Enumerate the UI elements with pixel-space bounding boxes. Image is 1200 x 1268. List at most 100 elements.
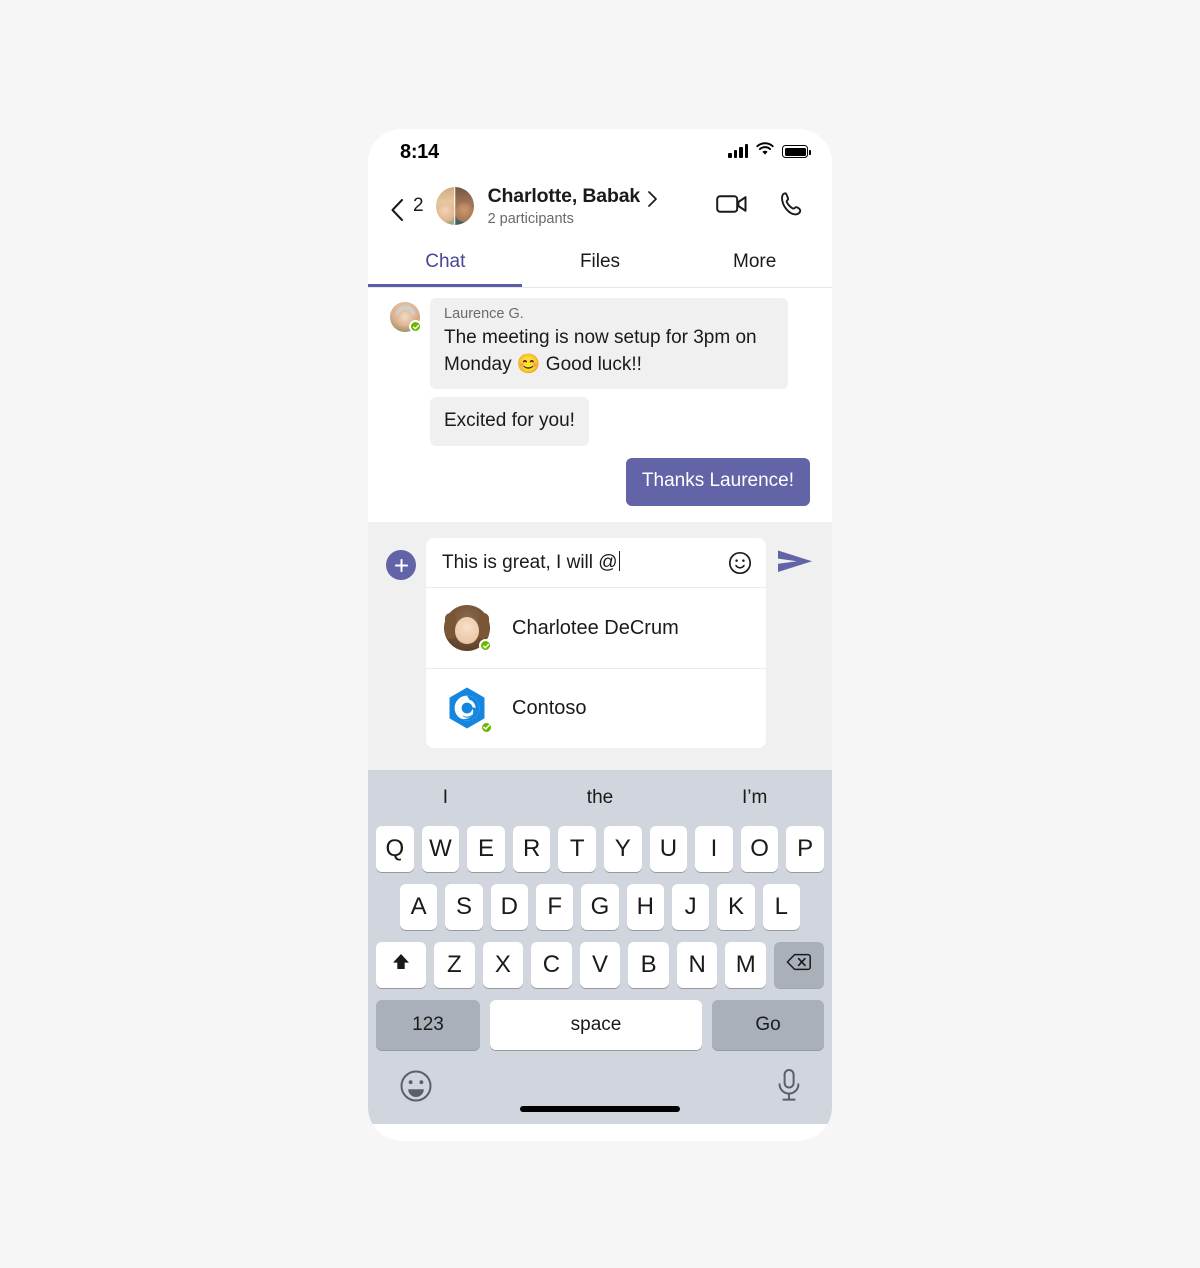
- predictive-text-bar: I the I’m: [368, 770, 832, 826]
- shift-key[interactable]: [375, 942, 426, 988]
- chat-title-block[interactable]: Charlotte, Babak 2 participants: [488, 185, 716, 227]
- key-x[interactable]: X: [482, 942, 524, 988]
- message-row-incoming: Laurence G. The meeting is now setup for…: [390, 298, 810, 446]
- message-input-value: This is great, I will @: [442, 551, 728, 574]
- keyboard-row-3: Z X C V B N M: [368, 942, 832, 988]
- message-text: Excited for you!: [444, 410, 575, 431]
- key-a[interactable]: A: [400, 884, 438, 930]
- message-text: The meeting is now setup for 3pm on Mond…: [444, 327, 757, 375]
- message-bubble[interactable]: Excited for you!: [430, 397, 589, 446]
- tab-more[interactable]: More: [677, 237, 832, 287]
- prediction-1[interactable]: I: [368, 787, 523, 809]
- numbers-key[interactable]: 123: [376, 1000, 480, 1050]
- on-screen-keyboard: I the I’m Q W E R T Y U I O P A S D F G …: [368, 770, 832, 1124]
- tab-bar: Chat Files More: [368, 237, 832, 288]
- laurence-avatar[interactable]: [390, 302, 422, 333]
- tab-chat[interactable]: Chat: [368, 237, 523, 287]
- mention-name: Charlotee DeCrum: [512, 616, 679, 639]
- presence-available-icon: [480, 720, 493, 734]
- plus-icon: [394, 558, 409, 573]
- return-key[interactable]: Go: [712, 1000, 824, 1050]
- key-z[interactable]: Z: [433, 942, 475, 988]
- screenshot-canvas: 8:14 2 Charlotte, Babak 2 participants C…: [0, 0, 1200, 1268]
- emoji-keyboard-icon[interactable]: [398, 1068, 434, 1109]
- chevron-left-icon: [390, 199, 404, 221]
- key-j[interactable]: J: [671, 884, 710, 930]
- battery-full-icon: [782, 145, 811, 158]
- key-y[interactable]: Y: [604, 826, 642, 872]
- message-input[interactable]: This is great, I will @: [426, 538, 766, 587]
- key-n[interactable]: N: [676, 942, 718, 988]
- wifi-icon: [756, 142, 774, 161]
- key-t[interactable]: T: [558, 826, 596, 872]
- message-bubble[interactable]: Laurence G. The meeting is now setup for…: [430, 298, 788, 389]
- prediction-3[interactable]: I’m: [677, 787, 832, 809]
- participants-count: 2 participants: [487, 211, 574, 227]
- send-arrow-icon[interactable]: [776, 546, 814, 583]
- back-button[interactable]: 2: [390, 195, 424, 221]
- key-d[interactable]: D: [490, 884, 528, 930]
- charlotee-avatar: [444, 605, 492, 652]
- add-attachment-button[interactable]: [386, 550, 416, 580]
- list-item[interactable]: Contoso: [426, 668, 766, 748]
- message-list: Laurence G. The meeting is now setup for…: [368, 288, 832, 522]
- key-h[interactable]: H: [626, 884, 664, 930]
- phone-frame: 8:14 2 Charlotte, Babak 2 participants C…: [368, 129, 832, 1141]
- microphone-icon[interactable]: [776, 1068, 802, 1109]
- smiley-face-icon[interactable]: [728, 551, 752, 575]
- avatar[interactable]: [435, 187, 474, 225]
- backspace-key[interactable]: [774, 942, 825, 988]
- key-l[interactable]: L: [762, 884, 800, 930]
- message-bubble-outgoing[interactable]: Thanks Laurence!: [625, 458, 810, 506]
- header-actions: [716, 191, 804, 222]
- contoso-logo: [444, 686, 493, 734]
- key-b[interactable]: B: [628, 942, 669, 988]
- key-w[interactable]: W: [421, 826, 460, 872]
- chat-header: 2 Charlotte, Babak 2 participants: [368, 175, 832, 237]
- key-i[interactable]: I: [695, 826, 733, 872]
- key-r[interactable]: R: [512, 826, 551, 872]
- key-p[interactable]: P: [786, 826, 824, 872]
- key-e[interactable]: E: [467, 826, 505, 872]
- key-q[interactable]: Q: [376, 826, 414, 872]
- page-title: Charlotte, Babak: [487, 185, 641, 207]
- mention-suggestion-list: Charlotee DeCrum Contoso: [426, 587, 766, 748]
- key-c[interactable]: C: [531, 942, 572, 988]
- video-camera-icon[interactable]: [716, 193, 748, 220]
- space-key[interactable]: space: [490, 1000, 702, 1050]
- key-v[interactable]: V: [579, 942, 621, 988]
- key-f[interactable]: F: [536, 884, 574, 930]
- tab-chat-label: Chat: [425, 251, 466, 272]
- tab-files-label: Files: [579, 251, 621, 272]
- phone-icon[interactable]: [780, 191, 804, 222]
- presence-available-icon: [409, 320, 422, 333]
- tab-files[interactable]: Files: [523, 237, 678, 287]
- text-caret: [618, 551, 621, 571]
- key-k[interactable]: K: [717, 884, 755, 930]
- chevron-right-icon: [647, 191, 658, 207]
- key-u[interactable]: U: [649, 826, 688, 872]
- list-item[interactable]: Charlotee DeCrum: [426, 588, 766, 668]
- keyboard-row-4: 123 space Go: [368, 1000, 832, 1050]
- active-tab-indicator: [368, 284, 522, 287]
- keyboard-row-2: A S D F G H J K L: [368, 884, 832, 930]
- shift-up-arrow-icon: [390, 951, 412, 980]
- message-row-outgoing: Thanks Laurence!: [390, 458, 810, 506]
- compose-area: This is great, I will @ Charlotee DeCrum…: [368, 522, 832, 770]
- key-g[interactable]: G: [581, 884, 619, 930]
- key-m[interactable]: M: [725, 942, 767, 988]
- keyboard-bottom-bar: [368, 1058, 832, 1124]
- message-sender: Laurence G.: [444, 306, 524, 322]
- message-input-text: This is great, I will @: [442, 552, 618, 573]
- mention-name: Contoso: [512, 697, 587, 719]
- key-s[interactable]: S: [445, 884, 483, 930]
- prediction-2[interactable]: the: [523, 787, 678, 809]
- status-icons: [728, 142, 811, 161]
- key-o[interactable]: O: [740, 826, 779, 872]
- backspace-delete-icon: [786, 951, 812, 979]
- home-indicator: [520, 1106, 680, 1112]
- keyboard-row-1: Q W E R T Y U I O P: [368, 826, 832, 872]
- status-bar: 8:14: [368, 129, 832, 175]
- presence-available-icon: [479, 639, 492, 652]
- cellular-signal-icon: [728, 144, 748, 158]
